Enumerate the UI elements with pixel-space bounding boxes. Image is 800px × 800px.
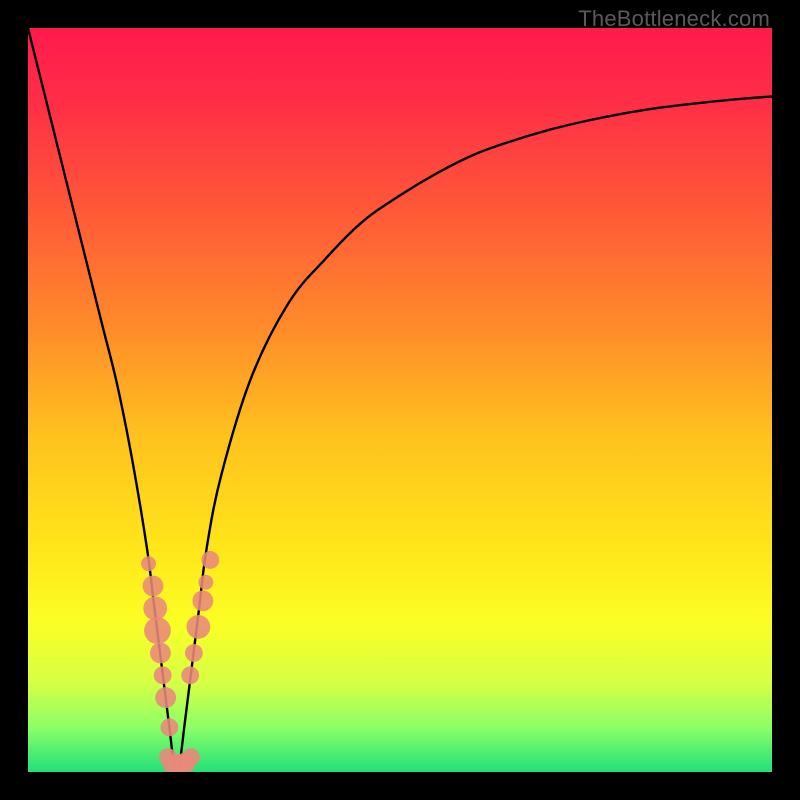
plot-area: [28, 28, 772, 772]
bead: [201, 551, 219, 569]
outer-frame: TheBottleneck.com: [0, 0, 800, 800]
marker-beads: [141, 551, 219, 772]
bottleneck-curve: [28, 28, 772, 772]
bead: [181, 666, 199, 684]
bead: [198, 575, 213, 590]
bead: [155, 687, 176, 708]
bead: [160, 718, 178, 736]
bead: [185, 644, 203, 662]
chart-svg: [28, 28, 772, 772]
bead: [154, 666, 172, 684]
bead: [141, 556, 156, 571]
bead: [182, 748, 200, 766]
bead: [143, 596, 167, 620]
bead: [143, 576, 164, 597]
bead: [192, 590, 213, 611]
bead: [144, 617, 171, 644]
bead: [150, 643, 171, 664]
bead: [186, 615, 210, 639]
